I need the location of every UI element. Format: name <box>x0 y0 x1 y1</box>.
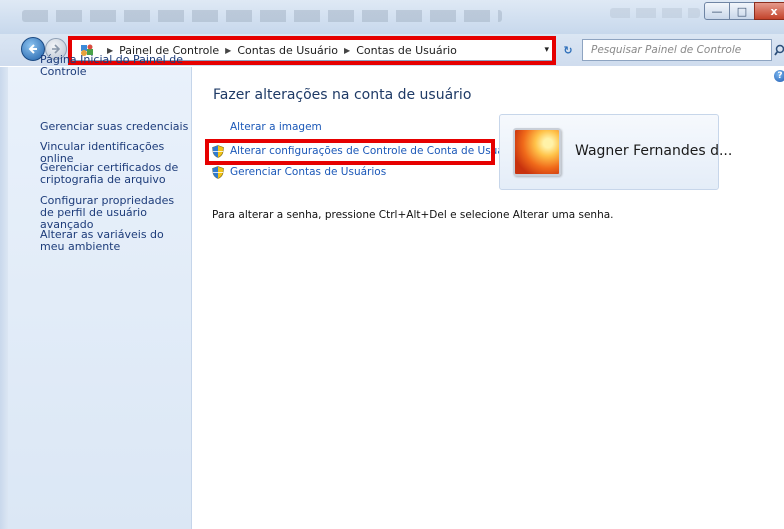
user-name: Wagner Fernandes d... <box>575 143 733 159</box>
sidebar-item-label: Alterar as variáveis do meu ambiente <box>40 228 164 253</box>
chevron-right-icon: ▶ <box>225 45 232 55</box>
change-picture-link[interactable]: Alterar a imagem <box>230 121 322 133</box>
chevron-right-icon: ▶ <box>344 45 351 55</box>
manage-user-accounts-link[interactable]: Gerenciar Contas de Usuários <box>230 166 386 178</box>
page-title: Fazer alterações na conta de usuário <box>213 87 472 103</box>
minimize-button[interactable]: — <box>704 2 730 20</box>
sidebar-item-label: Configurar propriedades de perfil de usu… <box>40 194 175 231</box>
window-frame <box>0 67 8 529</box>
uac-shield-icon <box>212 145 224 158</box>
sidebar: Página Inicial do Painel de Controle Ger… <box>8 54 192 529</box>
breadcrumb-contas-de-usuario-current[interactable]: Contas de Usuário <box>356 44 457 57</box>
title-bar-blur <box>610 8 700 18</box>
search-input[interactable]: Pesquisar Painel de Controle <box>582 39 772 61</box>
maximize-button[interactable]: □ <box>729 2 755 20</box>
address-dropdown-button[interactable]: ▾ <box>544 40 549 60</box>
user-account-card: Wagner Fernandes d... <box>499 114 732 190</box>
sidebar-item-environment-variables[interactable]: Alterar as variáveis do meu ambiente <box>40 229 190 253</box>
title-bar: — □ x <box>0 0 784 34</box>
arrow-left-icon <box>28 44 37 54</box>
password-instruction: Para alterar a senha, pressione Ctrl+Alt… <box>212 209 614 221</box>
search-icon[interactable] <box>774 44 784 58</box>
close-button[interactable]: x <box>754 2 784 20</box>
sidebar-item-label: Gerenciar certificados de criptografia d… <box>40 161 179 186</box>
avatar[interactable] <box>513 128 561 176</box>
window-title-blurred <box>22 10 502 22</box>
uac-shield-icon <box>212 166 224 179</box>
sidebar-item-label: Gerenciar suas credenciais <box>40 120 189 133</box>
change-uac-settings-link[interactable]: Alterar configurações de Controle de Con… <box>230 145 517 157</box>
sidebar-item-certificates[interactable]: Gerenciar certificados de criptografia d… <box>40 162 190 186</box>
sidebar-item-home[interactable]: Página Inicial do Painel de Controle <box>40 54 190 78</box>
sidebar-item-profile-properties[interactable]: Configurar propriedades de perfil de usu… <box>40 195 190 231</box>
breadcrumb-contas-de-usuario[interactable]: Contas de Usuário <box>237 44 338 57</box>
help-icon[interactable]: ? <box>774 70 784 82</box>
sidebar-item-credentials[interactable]: Gerenciar suas credenciais <box>40 121 190 133</box>
refresh-button[interactable]: ↻ <box>560 43 576 57</box>
sidebar-item-label: Página Inicial do Painel de Controle <box>40 53 183 78</box>
